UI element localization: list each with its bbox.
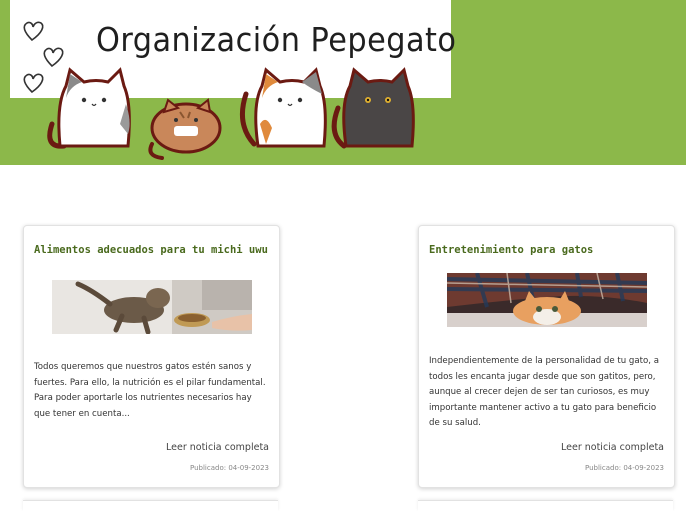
site-title: Organización Pepegato — [96, 20, 457, 59]
header-banner: Organización Pepegato — [0, 0, 686, 165]
brown-cat-icon — [148, 98, 222, 160]
card-date: Publicado: 04-09-2023 — [585, 464, 664, 472]
cats-illustration — [47, 67, 415, 160]
white-cat-icon — [47, 67, 131, 149]
read-more-link[interactable]: Leer noticia completa — [166, 442, 269, 453]
news-card: Entretenimiento para gatos Independiente… — [418, 225, 675, 488]
calico-cat-icon — [239, 67, 327, 148]
card-title[interactable]: Alimentos adecuados para tu michi uwu — [34, 244, 268, 256]
card-title[interactable]: Entretenimiento para gatos — [429, 244, 593, 256]
card-excerpt: Independientemente de la personalidad de… — [429, 356, 660, 428]
card-excerpt: Todos queremos que nuestros gatos estén … — [34, 362, 266, 419]
cat-eating-image — [52, 280, 252, 334]
card-date: Publicado: 04-09-2023 — [190, 464, 269, 472]
news-card: Alimentos adecuados para tu michi uwu To… — [23, 225, 280, 488]
dark-cat-icon — [331, 67, 415, 149]
kitten-blanket-image — [447, 273, 647, 327]
read-more-link[interactable]: Leer noticia completa — [561, 442, 664, 453]
